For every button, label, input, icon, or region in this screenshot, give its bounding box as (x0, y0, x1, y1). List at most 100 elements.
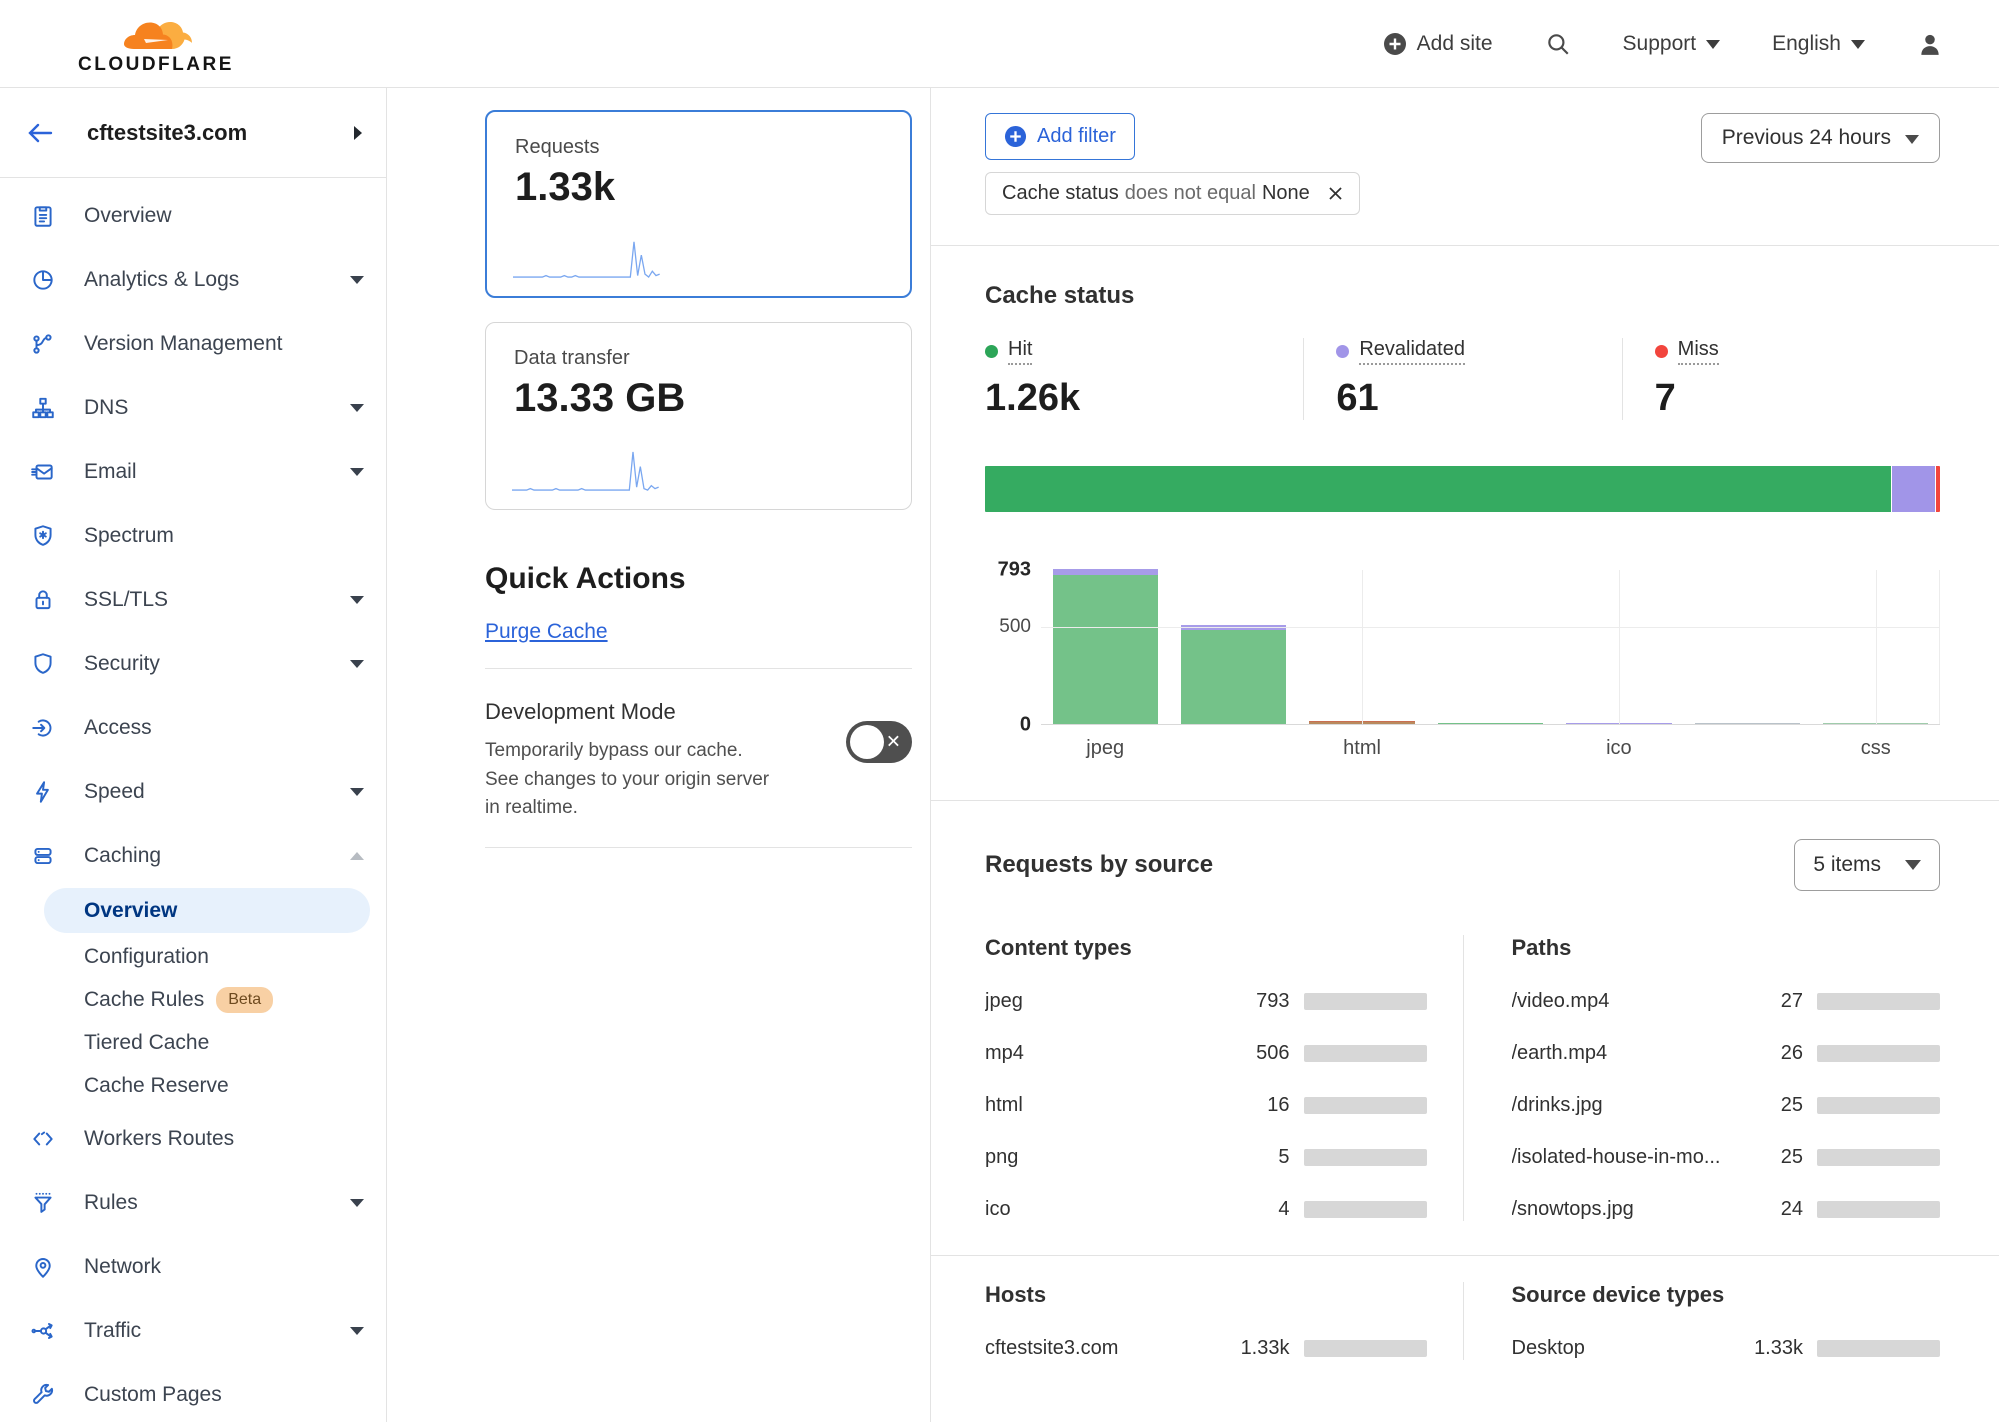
lightning-icon (30, 779, 56, 805)
chevron-right-icon[interactable] (352, 125, 364, 141)
x-tick-label (1169, 737, 1297, 760)
remove-filter-icon[interactable] (1326, 184, 1345, 203)
sidebar-item-custom-pages[interactable]: Custom Pages (0, 1363, 386, 1422)
stacked-bar[interactable] (1053, 569, 1158, 724)
back-arrow-icon[interactable] (25, 121, 53, 145)
toggle-off-x-icon: ✕ (886, 732, 901, 753)
cache-status-stacked-bar (985, 466, 1940, 512)
purge-cache-link[interactable]: Purge Cache (485, 620, 608, 644)
language-menu[interactable]: English (1772, 32, 1865, 56)
row-label[interactable]: cftestsite3.com (985, 1337, 1226, 1360)
table-row: cftestsite3.com1.33k (985, 1337, 1427, 1360)
requests-sparkline-chart (513, 236, 660, 280)
top-bar: CLOUDFLARE Add site Support English (0, 0, 1999, 88)
chevron-down-icon (350, 1327, 364, 1335)
row-label[interactable]: /drinks.jpg (1512, 1094, 1740, 1117)
x-tick-label (1426, 737, 1554, 760)
row-value: 25 (1739, 1146, 1803, 1169)
sidebar-item-speed[interactable]: Speed (0, 760, 386, 824)
branch-icon (30, 331, 56, 357)
sidebar-item-analytics-logs[interactable]: Analytics & Logs (0, 248, 386, 312)
row-label[interactable]: mp4 (985, 1042, 1226, 1065)
gridline (1939, 570, 1940, 724)
legend-label[interactable]: Revalidated (1359, 338, 1465, 365)
sidebar-item-label: Custom Pages (84, 1383, 222, 1407)
cache-status-stats: Hit1.26kRevalidated61Miss7 (985, 338, 1940, 420)
sidebar-item-email[interactable]: Email (0, 440, 386, 504)
row-label[interactable]: ico (985, 1198, 1226, 1221)
sidebar-item-spectrum[interactable]: Spectrum (0, 504, 386, 568)
sidebar-item-label: Traffic (84, 1319, 141, 1343)
row-label[interactable]: /earth.mp4 (1512, 1042, 1740, 1065)
shield-icon (30, 651, 56, 677)
row-label[interactable]: /snowtops.jpg (1512, 1198, 1740, 1221)
search-button[interactable] (1545, 31, 1571, 57)
sidebar-subitem-cache-reserve[interactable]: Cache Reserve (0, 1064, 386, 1107)
account-menu[interactable] (1917, 31, 1943, 57)
cloudflare-logo-text: CLOUDFLARE (78, 55, 234, 74)
row-label[interactable]: html (985, 1094, 1226, 1117)
stacked-bar[interactable] (1438, 723, 1543, 724)
row-bar-track (1817, 1149, 1940, 1166)
support-menu[interactable]: Support (1623, 32, 1721, 56)
sidebar-item-rules[interactable]: Rules (0, 1171, 386, 1235)
sidebar-item-security[interactable]: Security (0, 632, 386, 696)
row-bar-track (1817, 1340, 1940, 1357)
sidebar-item-label: Caching (84, 844, 161, 868)
sidebar-item-dns[interactable]: DNS (0, 376, 386, 440)
row-value: 506 (1226, 1042, 1290, 1065)
row-label[interactable]: /isolated-house-in-mo... (1512, 1146, 1740, 1169)
sidebar-item-traffic[interactable]: Traffic (0, 1299, 386, 1363)
row-value: 16 (1226, 1094, 1290, 1117)
items-count-dropdown[interactable]: 5 items (1794, 839, 1940, 891)
sidebar-subitem-configuration[interactable]: Configuration (0, 935, 386, 978)
sidebar-subitem-cache-rules[interactable]: Cache RulesBeta (0, 978, 386, 1021)
sidebar-item-access[interactable]: Access (0, 696, 386, 760)
sidebar-item-label: Security (84, 652, 160, 676)
row-label[interactable]: png (985, 1146, 1226, 1169)
bar-segment-hit (1053, 575, 1158, 724)
sidebar-subitem-overview[interactable]: Overview (44, 888, 370, 933)
requests-metric-card[interactable]: Requests 1.33k (485, 110, 912, 298)
cache-stat-miss: Miss7 (1622, 338, 1940, 420)
row-label[interactable]: /video.mp4 (1512, 990, 1740, 1013)
cloudflare-logo[interactable]: CLOUDFLARE (78, 13, 234, 74)
add-filter-button[interactable]: Add filter (985, 113, 1135, 160)
chevron-down-icon (1706, 40, 1720, 49)
chevron-down-icon (1905, 135, 1919, 144)
hosts-table: Hostscftestsite3.com1.33k (985, 1282, 1463, 1360)
legend-label[interactable]: Miss (1678, 338, 1719, 365)
sidebar-item-ssl-tls[interactable]: SSL/TLS (0, 568, 386, 632)
bar-segment-hit (1438, 723, 1543, 724)
data-transfer-metric-card[interactable]: Data transfer 13.33 GB (485, 322, 912, 510)
row-label[interactable]: Desktop (1512, 1337, 1740, 1360)
row-value: 24 (1739, 1198, 1803, 1221)
gridline (1362, 570, 1363, 724)
stacked-bar[interactable] (1181, 625, 1286, 724)
cache-status-title: Cache status (985, 282, 1940, 310)
row-label[interactable]: jpeg (985, 990, 1226, 1013)
sidebar-subitem-tiered-cache[interactable]: Tiered Cache (0, 1021, 386, 1064)
filter-operator: does not equal (1125, 182, 1256, 205)
time-range-dropdown[interactable]: Previous 24 hours (1701, 113, 1940, 163)
plot-area (1041, 570, 1940, 725)
row-bar-track (1304, 1097, 1427, 1114)
sidebar-item-overview[interactable]: Overview (0, 184, 386, 248)
sidebar-item-caching[interactable]: Caching (0, 824, 386, 888)
code-icon (30, 1126, 56, 1152)
legend-label[interactable]: Hit (1008, 338, 1032, 365)
development-mode-title: Development Mode (485, 699, 770, 725)
gridline (1041, 627, 1940, 628)
stacked-bar[interactable] (1695, 723, 1800, 724)
access-icon (30, 715, 56, 741)
development-mode-toggle[interactable]: ✕ (846, 721, 912, 763)
shield-star-icon (30, 523, 56, 549)
row-bar-track (1817, 993, 1940, 1010)
add-site-button[interactable]: Add site (1383, 32, 1493, 56)
sidebar-item-version-management[interactable]: Version Management (0, 312, 386, 376)
development-mode-section: Development Mode Temporarily bypass our … (485, 699, 912, 823)
row-value: 1.33k (1226, 1337, 1290, 1360)
sidebar-item-network[interactable]: Network (0, 1235, 386, 1299)
row-bar-track (1817, 1201, 1940, 1218)
sidebar-item-workers-routes[interactable]: Workers Routes (0, 1107, 386, 1171)
